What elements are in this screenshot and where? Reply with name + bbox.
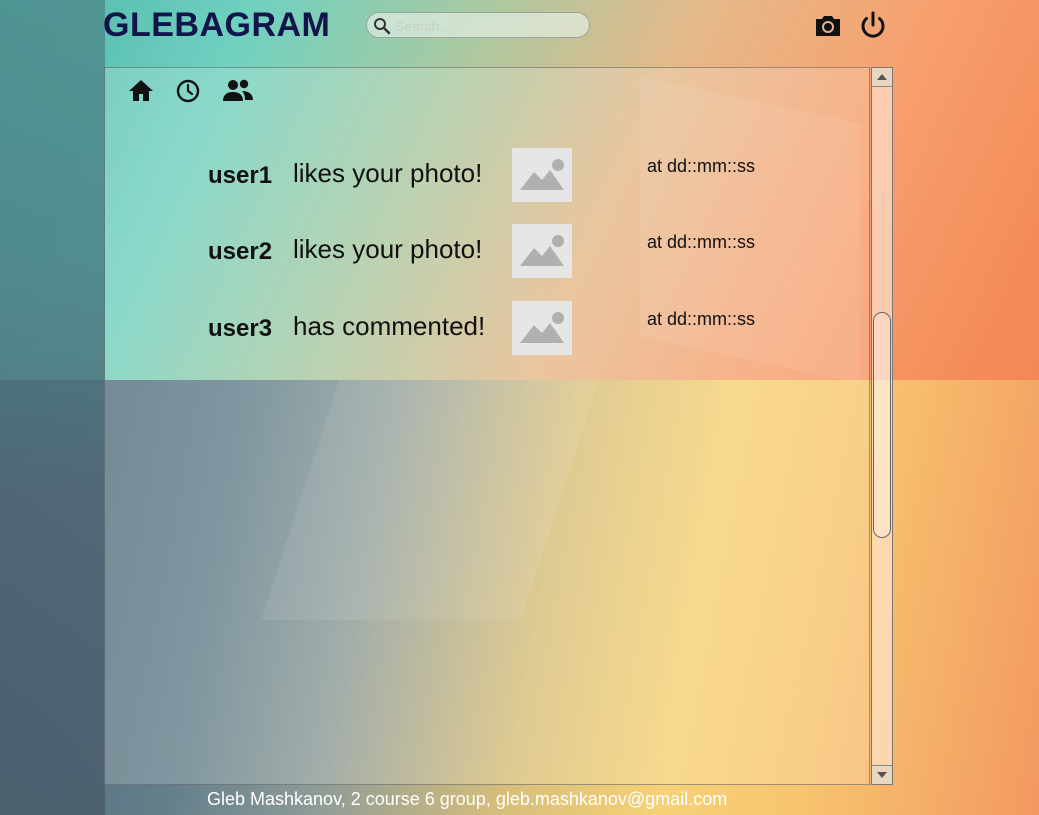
notification-item: user2 likes your photo! at dd::mm::ss	[105, 224, 871, 280]
vertical-scrollbar[interactable]	[871, 67, 893, 785]
notification-action: likes your photo!	[293, 158, 483, 188]
people-icon[interactable]	[220, 76, 256, 106]
scroll-down-button[interactable]	[872, 765, 892, 784]
clock-icon[interactable]	[173, 76, 203, 106]
notification-time: at dd::mm::ss	[647, 309, 756, 329]
arrow-up-icon	[877, 74, 887, 80]
app-logo: GLEBAGRAM	[103, 6, 331, 44]
background-left	[0, 0, 105, 815]
scroll-up-button[interactable]	[872, 68, 892, 87]
notification-item: user1 likes your photo! at dd::mm::ss	[105, 148, 871, 204]
image-placeholder-icon	[520, 159, 564, 190]
photo-thumbnail[interactable]	[512, 224, 572, 278]
notification-action: likes your photo!	[293, 234, 483, 264]
notification-user[interactable]: user2	[208, 238, 272, 266]
photo-thumbnail[interactable]	[512, 148, 572, 202]
image-placeholder-icon	[520, 312, 564, 343]
notification-time: at dd::mm::ss	[647, 156, 756, 176]
footer-credits: Gleb Mashkanov, 2 course 6 group, gleb.m…	[207, 789, 728, 809]
notification-item: user3 has commented! at dd::mm::ss	[105, 301, 871, 357]
camera-icon[interactable]	[812, 10, 844, 42]
photo-thumbnail[interactable]	[512, 301, 572, 355]
arrow-down-icon	[877, 772, 887, 778]
search-box[interactable]	[366, 12, 590, 38]
notification-user[interactable]: user1	[208, 162, 272, 190]
notification-time: at dd::mm::ss	[647, 232, 756, 252]
home-icon[interactable]	[126, 76, 156, 106]
image-placeholder-icon	[520, 235, 564, 266]
search-icon	[374, 18, 391, 35]
search-input[interactable]	[393, 16, 587, 36]
scroll-thumb[interactable]	[873, 312, 891, 538]
notifications-panel: user1 likes your photo! at dd::mm::ss us…	[104, 67, 870, 785]
notification-action: has commented!	[293, 311, 486, 341]
power-icon[interactable]	[857, 10, 889, 42]
notification-user[interactable]: user3	[208, 315, 272, 343]
